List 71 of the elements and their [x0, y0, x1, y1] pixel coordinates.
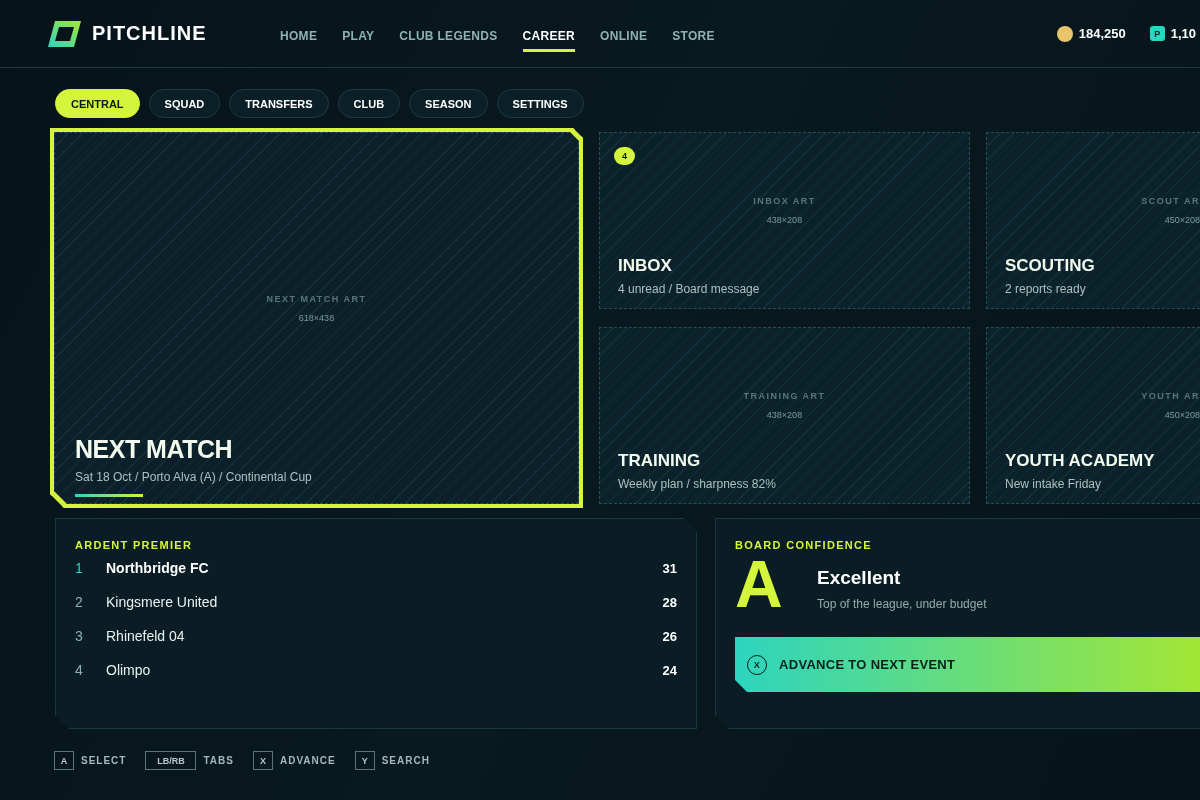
- art-size: 450×208: [1164, 215, 1200, 225]
- rating-note: Top of the league, under budget: [817, 597, 987, 611]
- tile-title: TRAINING: [618, 451, 702, 471]
- advance-button[interactable]: X ADVANCE TO NEXT EVENT: [735, 637, 1200, 692]
- art-label: NEXT MATCH ART: [266, 293, 367, 304]
- hint-label: SELECT: [81, 755, 127, 766]
- hint-label: TABS: [203, 755, 234, 766]
- tab-pill[interactable]: SETTINGS: [496, 89, 584, 118]
- key-icon: LB/RB: [145, 751, 197, 770]
- tile-subtitle: New intake Friday: [1005, 477, 1103, 491]
- points-badge: P: [1149, 26, 1165, 41]
- tile-title: SCOUTING: [1005, 256, 1096, 276]
- logo-icon: [48, 20, 81, 47]
- nav-tab[interactable]: STORE: [672, 21, 715, 52]
- art-size: 438×208: [766, 215, 803, 225]
- tile-title: NEXT MATCH: [75, 435, 234, 464]
- team-name: Rhinefeld 04: [106, 628, 186, 644]
- art-label: TRAINING ART: [743, 391, 826, 401]
- coin-icon: [1056, 25, 1073, 42]
- grade-letter: A: [735, 554, 784, 614]
- key-icon: X: [252, 751, 273, 770]
- tab-pill[interactable]: TRANSFERS: [229, 89, 329, 118]
- rank-number: 3: [75, 628, 84, 644]
- accent-bar: [75, 494, 143, 497]
- art-label: INBOX ART: [753, 196, 816, 206]
- art-label: YOUTH AR: [1141, 391, 1200, 401]
- tab-pill[interactable]: SEASON: [409, 89, 488, 118]
- team-name: Northbridge FC: [106, 560, 210, 576]
- tile-card[interactable]: NEXT MATCH ART 618×438 NEXT MATCH Sat 18 Oct / Porto Alva (A) / Continental Cup: [50, 128, 583, 508]
- tile-subtitle: 2 reports ready: [1005, 282, 1087, 296]
- tile-card[interactable]: TRAINING ART 438×208 TRAINING Weekly plan / sharpness 82%: [599, 327, 970, 504]
- points-value: 28: [662, 594, 677, 610]
- key-icon: A: [54, 751, 74, 770]
- key-icon: Y: [354, 751, 375, 770]
- nav-tab[interactable]: CAREER: [522, 21, 576, 52]
- art-size: 450×208: [1164, 410, 1200, 420]
- nav-tab[interactable]: ONLINE: [600, 21, 648, 52]
- points-value: 31: [662, 560, 677, 576]
- team-name: Kingsmere United: [106, 594, 219, 610]
- rank-number: 2: [75, 594, 84, 610]
- tile-title: YOUTH ACADEMY: [1005, 451, 1156, 471]
- art-size: 438×208: [766, 410, 803, 420]
- currency-amount: 184,250: [1078, 26, 1126, 41]
- tab-pill[interactable]: SQUAD: [148, 89, 221, 118]
- panel-title: ARDENT PREMIER: [75, 539, 194, 551]
- tile-card[interactable]: YOUTH AR 450×208 YOUTH ACADEMY New intake Friday: [986, 327, 1200, 504]
- tile-card[interactable]: SCOUT AR 450×208 SCOUTING 2 reports ready: [986, 132, 1200, 309]
- tab-pill[interactable]: CLUB: [337, 89, 401, 118]
- panel-title: BOARD CONFIDENCE: [735, 539, 873, 551]
- brand-name: PITCHLINE: [92, 22, 207, 45]
- tile-card[interactable]: INBOX ART 438×208 4 INBOX 4 unread / Board message: [599, 132, 970, 309]
- tab-pill[interactable]: CENTRAL: [55, 89, 140, 118]
- art-size: 618×438: [298, 312, 335, 323]
- nav-tab[interactable]: HOME: [280, 21, 318, 52]
- rating-text: Excellent: [817, 567, 902, 589]
- art-label: SCOUT AR: [1141, 196, 1200, 206]
- tile-subtitle: Sat 18 Oct / Porto Alva (A) / Continental Cup: [75, 470, 313, 484]
- nav-tab[interactable]: CLUB LEGENDS: [399, 21, 498, 52]
- tile-title: INBOX: [618, 256, 673, 276]
- hint-label: SEARCH: [381, 755, 430, 766]
- count-badge: 4: [614, 147, 635, 165]
- currency-amount: 1,10: [1170, 26, 1196, 41]
- team-name: Olimpo: [106, 662, 152, 678]
- points-value: 24: [662, 662, 677, 678]
- tile-subtitle: Weekly plan / sharpness 82%: [618, 477, 777, 491]
- tile-subtitle: 4 unread / Board message: [618, 282, 761, 296]
- nav-tab[interactable]: PLAY: [342, 21, 375, 52]
- points-value: 26: [662, 628, 677, 644]
- hint-label: ADVANCE: [279, 755, 336, 766]
- rank-number: 4: [75, 662, 84, 678]
- rank-number: 1: [75, 560, 84, 576]
